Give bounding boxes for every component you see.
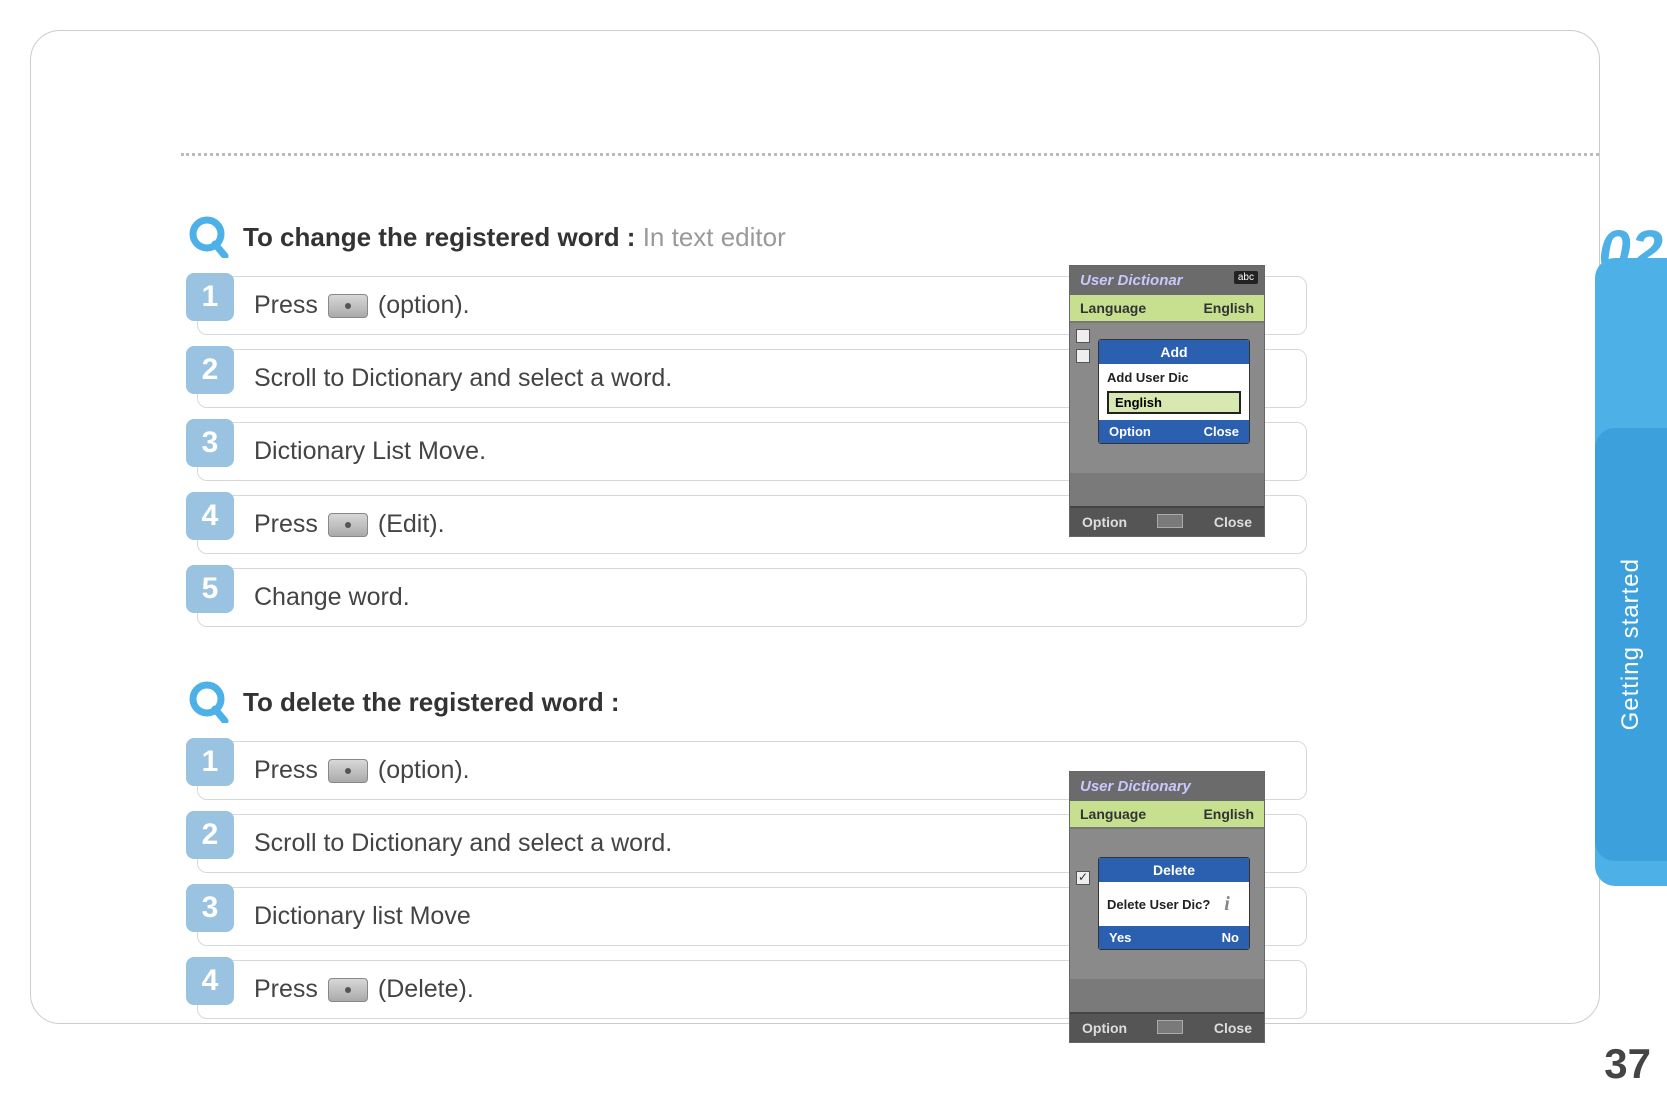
popup-softkey-right: Close [1204,424,1239,439]
side-tab-inner: Getting started [1595,428,1667,861]
language-row: Language English [1070,295,1264,323]
step-text: Press (option). [198,742,490,799]
device-titlebar: User Dictionar abc [1070,266,1264,295]
device-title: User Dictionar [1080,272,1183,289]
step-number-badge: 2 [186,811,234,859]
section-title-change: To change the registered word : In text … [187,216,1259,258]
step-number-badge: 3 [186,419,234,467]
step-number-badge: 4 [186,957,234,1005]
softkey-mid-icon [1157,1020,1183,1034]
step-text-pre: Press [254,510,318,539]
magnifier-ring-icon [187,681,229,723]
softkey-button-icon [328,294,368,318]
softkey-mid-icon [1157,514,1183,528]
chapter-number: 02 [1598,218,1663,285]
device-titlebar: User Dictionary [1070,772,1264,801]
step-number-badge: 5 [186,565,234,613]
softkey-left: Option [1082,1020,1127,1036]
lang-label: Language [1080,300,1146,316]
popup-body: Add User Dic English [1099,364,1249,420]
popup-body-text: Delete User Dic? [1107,897,1210,912]
device-mid: Add Add User Dic English Option Close [1070,323,1264,473]
popup-header: Add [1099,340,1249,364]
step-text-pre: Press [254,756,318,785]
popup-footer: Yes No [1099,926,1249,949]
lang-value: English [1203,806,1254,822]
device-footer: Option Close [1070,506,1264,536]
popup-selected: English [1107,391,1241,414]
step-number-badge: 1 [186,738,234,786]
softkey-button-icon [328,513,368,537]
step-row: 5Change word. [197,568,1307,627]
popup-softkey-right: No [1222,930,1239,945]
side-tab: 02 Getting started [1595,258,1667,886]
step-text-post: (option). [378,291,470,320]
step-text: Scroll to Dictionary and select a word. [198,815,692,872]
checkbox-checked-icon [1076,871,1090,885]
divider-dotted [181,153,1599,156]
step-number-badge: 3 [186,884,234,932]
popup-body-text: Add User Dic [1107,370,1241,385]
softkey-button-icon [328,759,368,783]
softkey-left: Option [1082,514,1127,530]
lang-value: English [1203,300,1254,316]
softkey-right: Close [1214,1020,1252,1036]
popup-header: Delete [1099,858,1249,882]
step-number-badge: 2 [186,346,234,394]
popup-add: Add Add User Dic English Option Close [1098,339,1250,444]
title-bold: To change the registered word : [243,222,643,252]
softkey-button-icon [328,978,368,1002]
softkey-right: Close [1214,514,1252,530]
checkbox-icon [1076,349,1090,363]
step-text: Scroll to Dictionary and select a word. [198,350,692,407]
title-bold: To delete the registered word : [243,687,620,717]
manual-page: To change the registered word : In text … [30,30,1600,1024]
step-text: Press (Delete). [198,961,494,1018]
section-title-text: To change the registered word : In text … [243,222,786,253]
step-number-badge: 4 [186,492,234,540]
section-title-delete: To delete the registered word : [187,681,1259,723]
step-text-post: (option). [378,756,470,785]
step-number-badge: 1 [186,273,234,321]
step-text: Dictionary List Move. [198,423,506,480]
device-footer: Option Close [1070,1012,1264,1042]
device-screenshot-add: User Dictionar abc Language English Add … [1069,265,1265,537]
step-text-post: (Delete). [378,975,474,1004]
popup-delete: Delete Delete User Dic? i Yes No [1098,857,1250,950]
device-title: User Dictionary [1080,778,1191,795]
info-icon: i [1213,890,1241,918]
step-text-pre: Press [254,975,318,1004]
step-text: Dictionary list Move [198,888,491,945]
lang-label: Language [1080,806,1146,822]
section-title-text: To delete the registered word : [243,687,620,718]
popup-footer: Option Close [1099,420,1249,443]
input-mode-badge: abc [1234,271,1258,284]
popup-softkey-left: Yes [1109,930,1131,945]
step-text: Press (Edit). [198,496,465,553]
checkbox-icon [1076,329,1090,343]
page-number: 37 [1604,1040,1651,1088]
popup-softkey-left: Option [1109,424,1151,439]
language-row: Language English [1070,801,1264,829]
chapter-label: Getting started [1617,558,1645,730]
magnifier-ring-icon [187,216,229,258]
step-text: Press (option). [198,277,490,334]
title-light: In text editor [643,222,786,252]
device-mid: Delete Delete User Dic? i Yes No [1070,829,1264,979]
step-text-post: (Edit). [378,510,445,539]
step-text-pre: Press [254,291,318,320]
device-screenshot-delete: User Dictionary Language English Delete … [1069,771,1265,1043]
popup-body: Delete User Dic? i [1099,882,1249,926]
